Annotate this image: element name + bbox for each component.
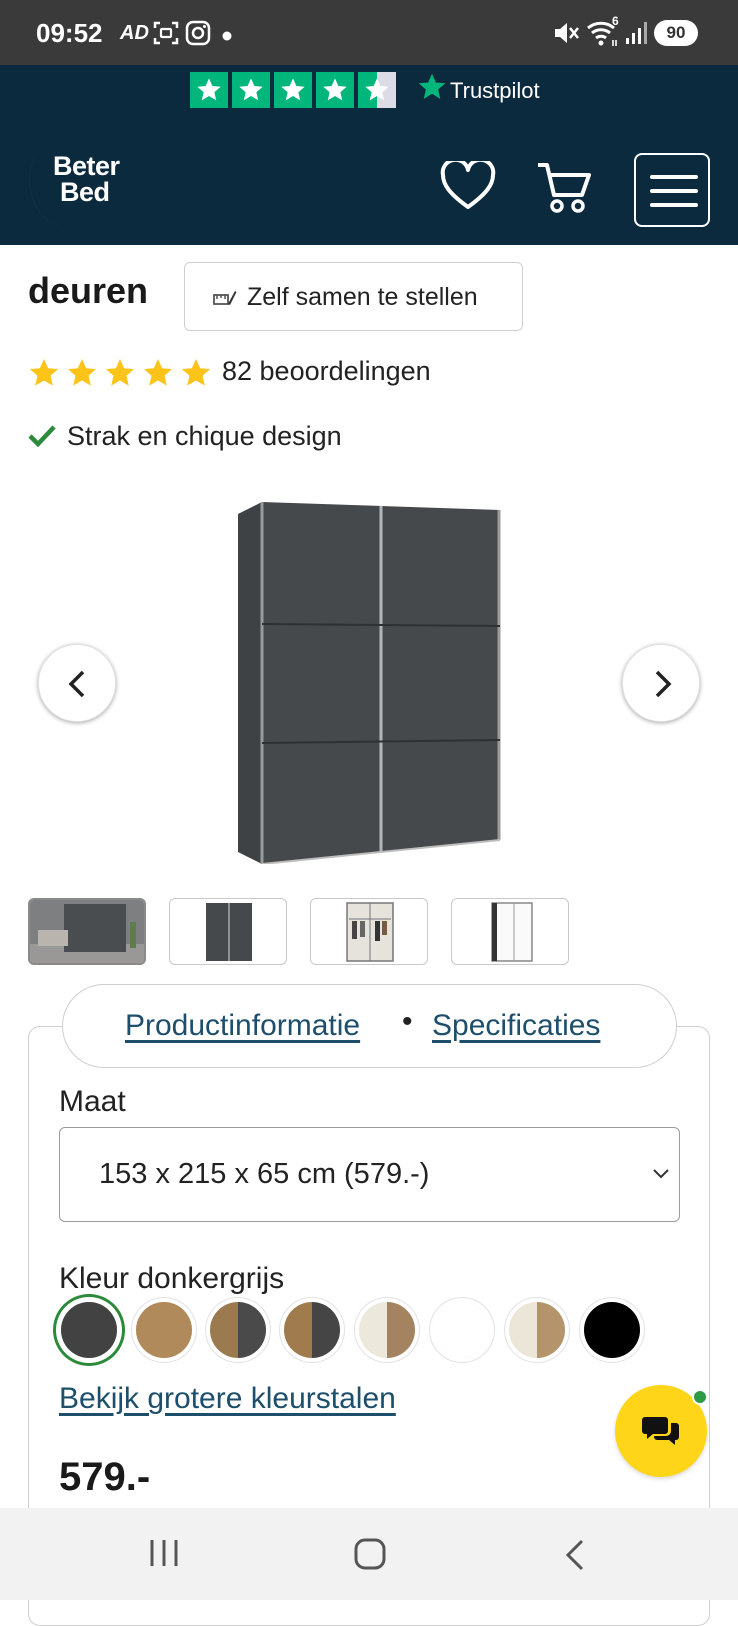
chat-icon	[642, 1417, 679, 1445]
size-label: Maat	[59, 1085, 126, 1118]
logo-text-line2: Bed	[60, 177, 110, 207]
wifi-badge: 6	[612, 14, 619, 28]
menu-icon-bar	[650, 175, 698, 179]
mute-icon	[552, 20, 580, 51]
swatch-color-left	[284, 1302, 312, 1358]
color-swatch-7[interactable]	[509, 1302, 565, 1358]
trustpilot-label: Trustpilot	[450, 78, 540, 103]
swatch-color-right	[612, 1302, 640, 1358]
star-icon	[68, 359, 96, 386]
swatch-color-left	[584, 1302, 612, 1358]
signal-icon	[624, 20, 650, 51]
swatch-color-right	[312, 1302, 340, 1358]
chevron-left-icon	[68, 670, 85, 698]
trustpilot-half-star-icon	[358, 72, 396, 108]
page-title: deuren	[28, 270, 149, 311]
color-swatch-6[interactable]	[434, 1302, 490, 1358]
reviews-link[interactable]: 82 beoordelingen	[222, 356, 431, 387]
configurable-label: Zelf samen te stellen	[247, 283, 478, 311]
swatch-color-left	[61, 1302, 89, 1358]
swatch-color-right	[537, 1302, 565, 1358]
info-tabs: Productinformatie • Specificaties	[62, 984, 677, 1068]
price: 579.-	[59, 1455, 151, 1499]
menu-icon-bar	[650, 189, 698, 193]
trustpilot-logo-icon	[416, 71, 448, 108]
color-swatch-2[interactable]	[136, 1302, 192, 1358]
swatch-color-right	[387, 1302, 415, 1358]
color-swatch-3[interactable]	[210, 1302, 266, 1358]
menu-icon-bar	[650, 203, 698, 207]
thumbnail-1[interactable]	[28, 898, 146, 965]
recent-apps-icon[interactable]	[147, 1538, 181, 1573]
prev-image-button[interactable]	[38, 644, 116, 722]
cart-icon[interactable]	[536, 161, 594, 220]
product-image[interactable]	[238, 502, 502, 865]
swatch-color-left	[359, 1302, 387, 1358]
color-swatch-8[interactable]	[584, 1302, 640, 1358]
dot-icon	[222, 28, 232, 46]
swatch-color-right	[164, 1302, 192, 1358]
next-image-button[interactable]	[622, 644, 700, 722]
instagram-icon	[185, 20, 211, 51]
star-icon	[106, 359, 134, 386]
tab-productinformatie[interactable]: Productinformatie	[125, 1009, 360, 1043]
check-icon	[28, 424, 56, 453]
color-label: Kleur donkergrijs	[59, 1262, 285, 1295]
swatch-color-right	[462, 1302, 490, 1358]
home-icon[interactable]	[353, 1538, 387, 1575]
status-bar: 09:52 AD 6 90	[0, 0, 738, 65]
thumbnail-3[interactable]	[310, 898, 428, 965]
usp-text: Strak en chique design	[67, 421, 342, 451]
heart-icon[interactable]	[440, 157, 496, 216]
trustpilot-star-icon	[232, 72, 270, 108]
swatch-color-left	[136, 1302, 164, 1358]
swatch-color-right	[238, 1302, 266, 1358]
trustpilot-star-icon	[274, 72, 312, 108]
app-badge: AD	[120, 22, 149, 44]
pencil-ruler-icon	[213, 286, 237, 315]
status-time: 09:52	[36, 18, 103, 48]
swatch-color-left	[434, 1302, 462, 1358]
beter-bed-logo[interactable]: Beter Bed	[26, 131, 136, 231]
system-navigation-bar	[0, 1508, 738, 1600]
color-swatch-4[interactable]	[284, 1302, 340, 1358]
wifi-icon: 6	[586, 14, 620, 53]
logo-text-line1: Beter	[53, 151, 120, 181]
size-select[interactable]: 153 x 215 x 65 cm (579.-)	[59, 1127, 680, 1222]
chevron-down-icon	[653, 1169, 669, 1179]
configurable-button[interactable]: Zelf samen te stellen	[184, 262, 523, 331]
swatch-color-right	[89, 1302, 117, 1358]
online-indicator	[692, 1389, 708, 1405]
back-icon[interactable]	[562, 1538, 588, 1577]
color-swatch-1[interactable]	[61, 1302, 117, 1358]
star-icon	[144, 359, 172, 386]
size-select-value: 153 x 215 x 65 cm (579.-)	[99, 1158, 430, 1190]
tab-separator: •	[402, 1005, 413, 1038]
site-header: Beter Bed	[0, 117, 738, 245]
view-swatches-link[interactable]: Bekijk grotere kleurstalen	[59, 1382, 396, 1416]
color-swatch-5[interactable]	[359, 1302, 415, 1358]
trustpilot-star-icon	[190, 72, 228, 108]
thumbnail-2[interactable]	[169, 898, 287, 965]
trustpilot-bar[interactable]: Trustpilot	[0, 65, 738, 117]
battery-icon: 90	[654, 20, 698, 46]
menu-button[interactable]	[634, 153, 710, 227]
star-icon	[30, 359, 58, 386]
tab-specificaties[interactable]: Specificaties	[432, 1009, 600, 1043]
screenshot-icon	[153, 20, 179, 51]
thumbnail-4[interactable]	[451, 898, 569, 965]
star-icon	[182, 359, 210, 386]
chevron-right-icon	[655, 670, 672, 698]
trustpilot-star-icon	[316, 72, 354, 108]
swatch-color-left	[210, 1302, 238, 1358]
swatch-color-left	[509, 1302, 537, 1358]
